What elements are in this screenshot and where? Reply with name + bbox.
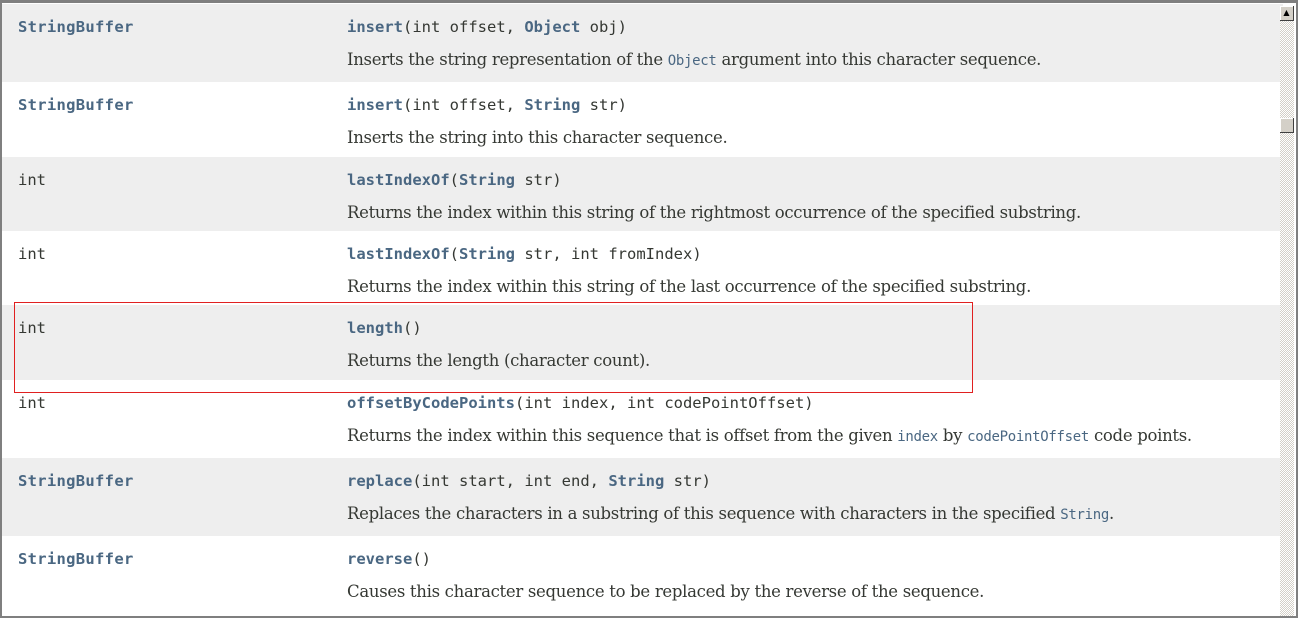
method-signature: lastIndexOf(String str) bbox=[347, 171, 562, 189]
method-description: Returns the index within this string of … bbox=[347, 203, 1081, 222]
method-summary-frame: StringBuffer insert(int offset, Object ob… bbox=[0, 0, 1298, 618]
method-link[interactable]: lastIndexOf bbox=[347, 171, 450, 189]
description-text: Inserts the string into this character s… bbox=[347, 128, 728, 147]
description-text: Returns the index within this sequence t… bbox=[347, 426, 898, 445]
code-term: Object bbox=[667, 53, 717, 69]
scrollbar-thumb[interactable] bbox=[1280, 118, 1294, 133]
description-text: Inserts the string representation of the bbox=[347, 50, 668, 69]
param-type[interactable]: String bbox=[459, 171, 515, 189]
method-signature: lastIndexOf(String str, int fromIndex) bbox=[347, 245, 702, 263]
param-type[interactable]: String bbox=[459, 245, 515, 263]
vertical-scrollbar[interactable]: ▲ bbox=[1280, 6, 1294, 616]
param-name: fromIndex bbox=[599, 245, 693, 263]
param-type: int bbox=[412, 18, 441, 36]
code-term: String bbox=[1060, 507, 1110, 523]
description-text: code points. bbox=[1089, 426, 1192, 445]
return-type[interactable]: StringBuffer bbox=[18, 550, 134, 568]
method-description: Replaces the characters in a substring o… bbox=[347, 504, 1114, 523]
method-signature: insert(int offset, String str) bbox=[347, 96, 628, 114]
return-type[interactable]: StringBuffer bbox=[18, 96, 134, 114]
param-type[interactable]: String bbox=[524, 96, 580, 114]
table-row: int offsetByCodePoints(int index, int cod… bbox=[2, 380, 1283, 458]
description-text: argument into this character sequence. bbox=[716, 50, 1042, 69]
param-name: obj bbox=[580, 18, 618, 36]
param-name: end, bbox=[552, 472, 609, 490]
param-type[interactable]: String bbox=[608, 472, 664, 490]
method-description: Inserts the string representation of the… bbox=[347, 50, 1041, 69]
method-link[interactable]: offsetByCodePoints bbox=[347, 394, 515, 412]
description-text: . bbox=[1109, 504, 1114, 523]
param-type[interactable]: Object bbox=[524, 18, 580, 36]
param-type: int bbox=[626, 394, 655, 412]
param-name: str bbox=[515, 171, 553, 189]
method-description: Returns the index within this sequence t… bbox=[347, 426, 1192, 445]
param-type: int bbox=[412, 96, 441, 114]
method-signature: reverse() bbox=[347, 550, 432, 568]
code-term: codePointOffset bbox=[967, 429, 1090, 445]
method-link[interactable]: lastIndexOf bbox=[347, 245, 450, 263]
table-row: StringBuffer reverse() Causes this charact… bbox=[2, 536, 1283, 613]
table-row: StringBuffer replace(int start, int end, … bbox=[2, 458, 1283, 536]
return-type: int bbox=[18, 319, 46, 337]
method-link[interactable]: insert bbox=[347, 18, 403, 36]
param-type: int bbox=[524, 394, 553, 412]
method-description: Inserts the string into this character s… bbox=[347, 128, 728, 147]
method-link[interactable]: replace bbox=[347, 472, 412, 490]
description-text: Returns the index within this string of … bbox=[347, 277, 1032, 296]
table-row: int lastIndexOf(String str, int fromIndex… bbox=[2, 231, 1283, 305]
return-type[interactable]: StringBuffer bbox=[18, 472, 134, 490]
return-type: int bbox=[18, 171, 46, 189]
method-description: Causes this character sequence to be rep… bbox=[347, 582, 984, 601]
table-row: StringBuffer insert(int offset, String st… bbox=[2, 82, 1283, 157]
param-type: int bbox=[571, 245, 599, 263]
return-type: int bbox=[18, 394, 46, 412]
method-signature: length() bbox=[347, 319, 422, 337]
description-text: Returns the index within this string of … bbox=[347, 203, 1081, 222]
param-type: int bbox=[421, 472, 450, 490]
method-link[interactable]: insert bbox=[347, 96, 403, 114]
param-name: offset, bbox=[440, 18, 525, 36]
method-description: Returns the length (character count). bbox=[347, 351, 650, 370]
table-row: StringBuffer insert(int offset, Object ob… bbox=[2, 4, 1283, 82]
table-row: int lastIndexOf(String str) Returns the in… bbox=[2, 157, 1283, 231]
method-summary-table: StringBuffer insert(int offset, Object ob… bbox=[2, 4, 1283, 613]
param-name: codePointOffset bbox=[654, 394, 805, 412]
code-term: index bbox=[897, 429, 938, 445]
description-text: Causes this character sequence to be rep… bbox=[347, 582, 985, 601]
param-name: start, bbox=[449, 472, 525, 490]
method-signature: offsetByCodePoints(int index, int codePo… bbox=[347, 394, 814, 412]
scroll-up-arrow-icon[interactable]: ▲ bbox=[1280, 6, 1294, 21]
method-description: Returns the index within this string of … bbox=[347, 277, 1031, 296]
param-type: int bbox=[524, 472, 553, 490]
description-text: Returns the length (character count). bbox=[347, 351, 650, 370]
description-text: by bbox=[937, 426, 968, 445]
table-row: int length() Returns the length (character… bbox=[2, 305, 1283, 380]
param-name: str, bbox=[515, 245, 571, 263]
method-signature: replace(int start, int end, String str) bbox=[347, 472, 711, 490]
param-name: offset, bbox=[440, 96, 525, 114]
param-name: str bbox=[664, 472, 702, 490]
return-type[interactable]: StringBuffer bbox=[18, 18, 134, 36]
param-name: index, bbox=[552, 394, 627, 412]
method-link[interactable]: length bbox=[347, 319, 403, 337]
param-name: str bbox=[580, 96, 618, 114]
method-link[interactable]: reverse bbox=[347, 550, 412, 568]
description-text: Replaces the characters in a substring o… bbox=[347, 504, 1061, 523]
return-type: int bbox=[18, 245, 46, 263]
method-signature: insert(int offset, Object obj) bbox=[347, 18, 628, 36]
